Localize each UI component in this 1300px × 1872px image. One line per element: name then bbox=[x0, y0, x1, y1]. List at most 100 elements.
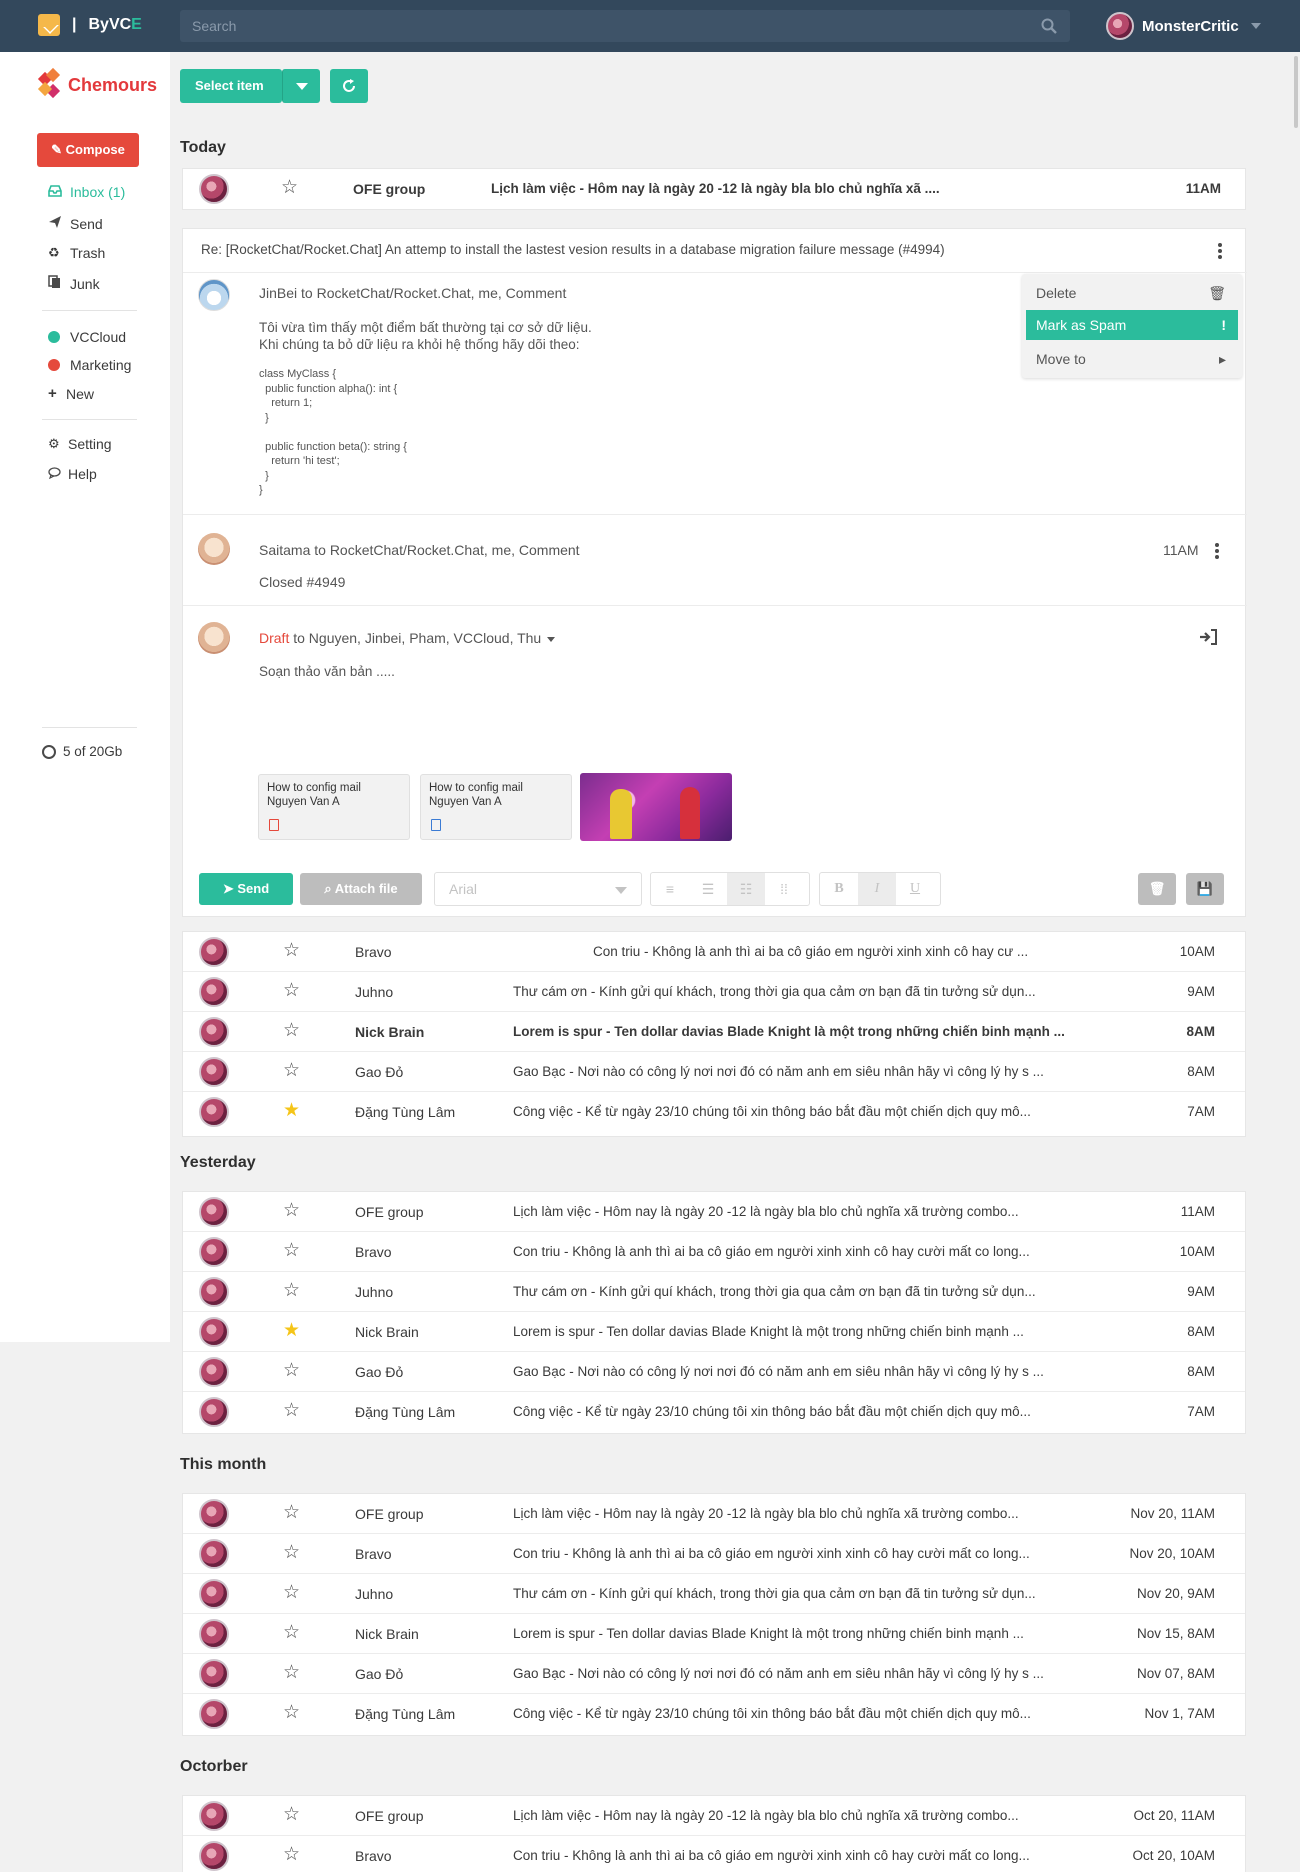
star-icon[interactable]: ☆ bbox=[283, 1241, 300, 1261]
sidebar-item-help[interactable]: Help bbox=[48, 466, 168, 482]
underline-button[interactable]: U bbox=[896, 873, 934, 905]
bullet-list-icon[interactable]: ☷ bbox=[727, 873, 765, 905]
email-subject: Thư cám ơn - Kính gửi quí khách, trong t… bbox=[513, 1586, 1036, 1601]
bold-button[interactable]: B bbox=[820, 873, 858, 905]
email-sender: Gao Đỏ bbox=[355, 1666, 404, 1682]
font-select[interactable]: Arial bbox=[434, 872, 642, 906]
star-icon[interactable]: ☆ bbox=[283, 1021, 300, 1041]
email-row[interactable]: ☆ Nick Brain Lorem is spur - Ten dollar da… bbox=[183, 1614, 1245, 1654]
search-input[interactable]: Search bbox=[180, 10, 1070, 42]
email-row[interactable]: ☆ Gao Đỏ Gao Bạc - Nơi nào có công lý nơi … bbox=[183, 1654, 1245, 1694]
message-more-icon[interactable] bbox=[1214, 541, 1220, 561]
brand[interactable]: | By VC E bbox=[38, 14, 142, 36]
sidebar-item-new-label[interactable]: + New bbox=[48, 385, 168, 402]
menu-item-mark-spam[interactable]: Mark as Spam! bbox=[1026, 310, 1238, 340]
list-icon[interactable]: ☰ bbox=[689, 873, 727, 905]
draft-label: Draft bbox=[259, 630, 290, 646]
search-icon[interactable] bbox=[1040, 17, 1058, 35]
email-row[interactable]: ★ Đặng Tùng Lâm Công việc - Kể từ ngày 23/… bbox=[183, 1092, 1245, 1132]
star-icon[interactable]: ☆ bbox=[283, 941, 300, 961]
star-icon[interactable]: ☆ bbox=[283, 1583, 300, 1603]
refresh-icon bbox=[343, 79, 355, 92]
star-icon[interactable]: ☆ bbox=[283, 1361, 300, 1381]
email-row[interactable]: ★ Nick Brain Lorem is spur - Ten dollar da… bbox=[183, 1312, 1245, 1352]
chevron-down-icon bbox=[1250, 23, 1261, 29]
email-row[interactable]: ☆ OFE group Lịch làm việc - Hôm nay là n… bbox=[183, 169, 1245, 209]
star-icon[interactable]: ☆ bbox=[283, 1623, 300, 1643]
email-row[interactable]: ☆ Bravo Con triu - Không là anh thì ai ba … bbox=[183, 1836, 1245, 1872]
email-row[interactable]: ☆ Đặng Tùng Lâm Công việc - Kể từ ngày 23/… bbox=[183, 1694, 1245, 1734]
star-icon[interactable]: ☆ bbox=[283, 1805, 300, 1825]
attachment-title: How to config mail bbox=[267, 782, 361, 794]
email-row[interactable]: ☆ Juhno Thư cám ơn - Kính gửi quí khách, t… bbox=[183, 972, 1245, 1012]
email-time: Nov 20, 11AM bbox=[1130, 1506, 1215, 1521]
compose-button[interactable]: ✎ Compose bbox=[37, 133, 139, 167]
save-draft-button[interactable]: 💾 bbox=[1186, 873, 1224, 905]
scrollbar[interactable] bbox=[1294, 56, 1298, 128]
email-row[interactable]: ☆ OFE group Lịch làm việc - Hôm nay là ngà… bbox=[183, 1796, 1245, 1836]
email-sender: Đặng Tùng Lâm bbox=[355, 1104, 456, 1120]
email-subject: Thư cám ơn - Kính gửi quí khách, trong t… bbox=[513, 984, 1036, 999]
avatar bbox=[198, 279, 230, 311]
thread-subject: Re: [RocketChat/Rocket.Chat] An attemp t… bbox=[201, 242, 945, 257]
star-icon[interactable]: ☆ bbox=[283, 1543, 300, 1563]
discard-draft-button[interactable]: 🗑 bbox=[1138, 873, 1176, 905]
attachment-card[interactable]: How to config mail Nguyen Van A bbox=[420, 774, 572, 840]
star-icon[interactable]: ☆ bbox=[281, 178, 298, 198]
sidebar-item-trash[interactable]: ♻ Trash bbox=[48, 245, 168, 261]
star-icon[interactable]: ★ bbox=[283, 1321, 300, 1341]
star-icon[interactable]: ☆ bbox=[283, 1281, 300, 1301]
email-row[interactable]: ☆ Gao Đỏ Gao Bạc - Nơi nào có công lý nơi … bbox=[183, 1052, 1245, 1092]
expand-draft-icon[interactable] bbox=[1199, 629, 1217, 645]
email-row[interactable]: ☆ OFE group Lịch làm việc - Hôm nay là ngà… bbox=[183, 1192, 1245, 1232]
sidebar-item-setting[interactable]: ⚙ Setting bbox=[48, 436, 168, 452]
sidebar-item-junk[interactable]: Junk bbox=[48, 275, 168, 292]
email-row[interactable]: ☆ Đặng Tùng Lâm Công việc - Kể từ ngày 23/… bbox=[183, 1392, 1245, 1432]
email-row[interactable]: ☆ OFE group Lịch làm việc - Hôm nay là ngà… bbox=[183, 1494, 1245, 1534]
menu-item-delete[interactable]: Delete 🗑 bbox=[1026, 278, 1238, 308]
email-row[interactable]: ☆ Bravo Con triu - Không là anh thì ai ba … bbox=[183, 932, 1245, 972]
email-row[interactable]: ☆ Bravo Con triu - Không là anh thì ai ba … bbox=[183, 1232, 1245, 1272]
avatar bbox=[199, 1841, 229, 1871]
email-row[interactable]: ☆ Bravo Con triu - Không là anh thì ai ba … bbox=[183, 1534, 1245, 1574]
select-item-button[interactable]: Select item bbox=[180, 69, 282, 103]
send-button[interactable]: ➤ Send bbox=[199, 873, 293, 905]
grid-icon[interactable]: ⁞⁞ bbox=[765, 873, 803, 905]
sidebar-item-inbox[interactable]: Inbox (1) bbox=[48, 184, 168, 200]
storage-ring-icon bbox=[42, 744, 56, 759]
star-icon[interactable]: ☆ bbox=[283, 1663, 300, 1683]
list-style-group: ≡ ☰ ☷ ⁞⁞ bbox=[650, 872, 810, 906]
sidebar-item-marketing[interactable]: Marketing bbox=[48, 357, 168, 373]
star-icon[interactable]: ☆ bbox=[283, 1845, 300, 1865]
sidebar-item-vccloud[interactable]: VCCloud bbox=[48, 329, 168, 345]
italic-button[interactable]: I bbox=[858, 873, 896, 905]
select-dropdown-button[interactable] bbox=[282, 69, 320, 103]
email-subject: Gao Bạc - Nơi nào có công lý nơi nơi đó … bbox=[513, 1364, 1044, 1379]
menu-item-move-to[interactable]: Move to ▸ bbox=[1026, 344, 1238, 374]
thread-more-icon[interactable] bbox=[1217, 241, 1223, 261]
sidebar-divider bbox=[42, 310, 137, 311]
refresh-button[interactable] bbox=[330, 69, 368, 103]
align-left-icon[interactable]: ≡ bbox=[651, 873, 689, 905]
attach-file-button[interactable]: ⌕ Attach file bbox=[300, 873, 422, 905]
attachment-card[interactable]: How to config mail Nguyen Van A bbox=[258, 774, 410, 840]
avatar bbox=[199, 1539, 229, 1569]
star-icon[interactable]: ☆ bbox=[283, 1201, 300, 1221]
sidebar-item-send[interactable]: Send bbox=[48, 215, 168, 232]
star-icon[interactable]: ☆ bbox=[283, 981, 300, 1001]
user-menu[interactable]: MonsterCritic bbox=[1106, 12, 1261, 40]
star-icon[interactable]: ★ bbox=[283, 1101, 300, 1121]
brand-prefix: By bbox=[88, 16, 109, 33]
star-icon[interactable]: ☆ bbox=[283, 1703, 300, 1723]
draft-header[interactable]: Draft to Nguyen, Jinbei, Pham, VCCloud, … bbox=[259, 630, 556, 646]
section-this-month: This month bbox=[180, 1456, 267, 1473]
star-icon[interactable]: ☆ bbox=[283, 1061, 300, 1081]
email-row[interactable]: ☆ Gao Đỏ Gao Bạc - Nơi nào có công lý nơi … bbox=[183, 1352, 1245, 1392]
email-row[interactable]: ☆ Juhno Thư cám ơn - Kính gửi quí khách, t… bbox=[183, 1574, 1245, 1614]
email-row[interactable]: ☆ Nick Brain Lorem is spur - Ten dollar da… bbox=[183, 1012, 1245, 1052]
username: MonsterCritic bbox=[1142, 17, 1239, 35]
star-icon[interactable]: ☆ bbox=[283, 1503, 300, 1523]
image-attachment[interactable] bbox=[580, 773, 732, 841]
star-icon[interactable]: ☆ bbox=[283, 1401, 300, 1421]
email-row[interactable]: ☆ Juhno Thư cám ơn - Kính gửi quí khách, t… bbox=[183, 1272, 1245, 1312]
